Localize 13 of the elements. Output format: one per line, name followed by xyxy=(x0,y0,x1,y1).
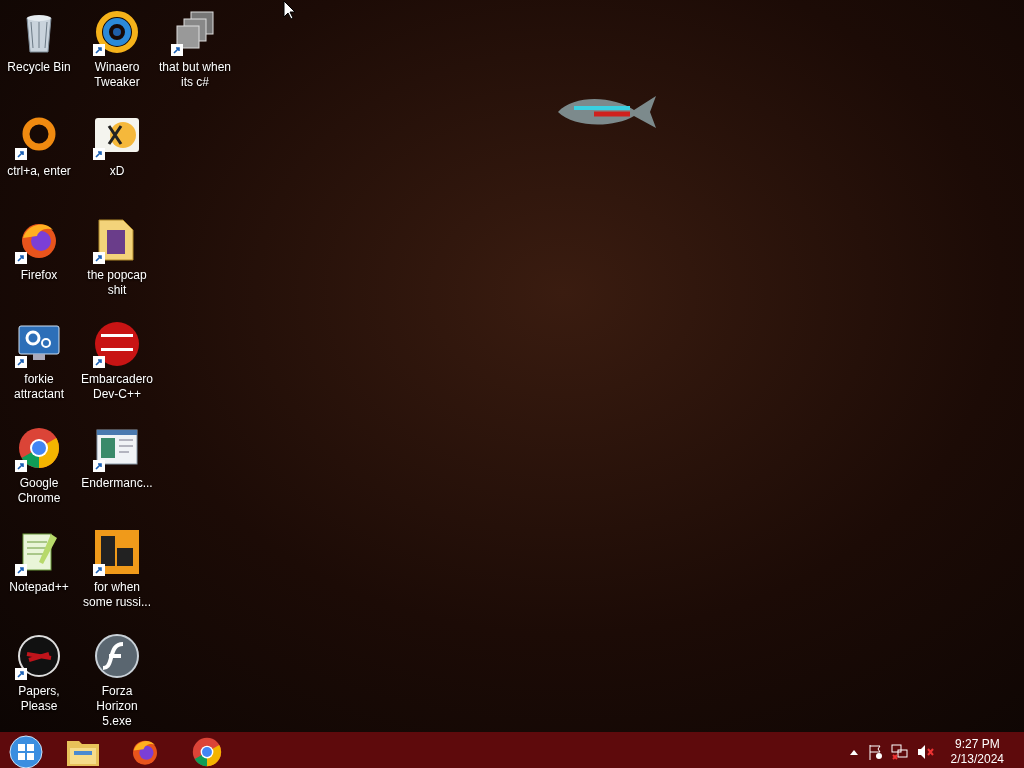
round-logo-icon xyxy=(93,320,141,368)
speaker-icon[interactable] xyxy=(916,744,935,760)
chrome-icon xyxy=(190,735,224,768)
windows-logo-icon xyxy=(9,735,43,768)
flash-icon xyxy=(93,632,141,680)
network-icon[interactable] xyxy=(890,744,909,760)
clock-button[interactable]: 9:27 PM 2/13/2024 xyxy=(942,737,1012,767)
caret-up-icon[interactable] xyxy=(848,748,859,756)
flag-icon[interactable] xyxy=(866,744,883,760)
tile-logo-icon xyxy=(93,528,141,576)
cursor-icon xyxy=(283,0,295,20)
swirl-icon xyxy=(93,8,141,56)
seal-icon xyxy=(15,632,63,680)
